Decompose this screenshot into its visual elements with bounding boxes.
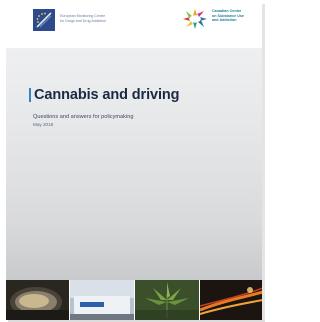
report-subtitle: Questions and answers for policymaking <box>33 114 134 120</box>
emcdda-logo: European Monitoring Centre for Drugs and… <box>33 9 133 35</box>
ccsa-star-icon <box>180 7 210 31</box>
ccsa-logo: Canadian Centre on Substance Use and Add… <box>180 5 262 35</box>
night-traffic-photo <box>200 280 263 320</box>
title-accent-bar <box>29 88 31 102</box>
emcdda-name-line-2: for Drugs and Drug Addiction <box>60 18 107 23</box>
report-date: May 2018 <box>33 122 54 127</box>
emcdda-name: European Monitoring Centre for Drugs and… <box>60 14 132 23</box>
cannabis-plant-photo <box>135 280 199 320</box>
police-car-photo <box>70 280 134 320</box>
cover-header: European Monitoring Centre for Drugs and… <box>6 0 263 48</box>
ccsa-name: Canadian Centre on Substance Use and Add… <box>212 9 262 23</box>
report-cover: European Monitoring Centre for Drugs and… <box>6 0 263 320</box>
ccsa-name-line-3: and Addiction <box>212 18 237 23</box>
photo-strip <box>6 280 263 320</box>
title-band <box>6 48 263 280</box>
emcdda-eu-stars-icon <box>33 9 55 31</box>
report-title: Cannabis and driving <box>34 87 180 103</box>
page-edge-shadow <box>262 4 265 322</box>
car-mirror-photo <box>6 280 69 320</box>
